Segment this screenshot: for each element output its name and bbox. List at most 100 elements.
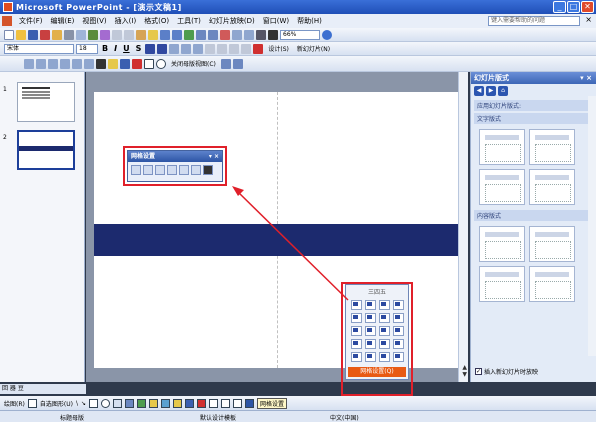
menu-view[interactable]: 视图(V) — [78, 16, 110, 26]
font-select[interactable]: 宋体 — [4, 43, 74, 54]
show-when-inserting-checkbox[interactable]: ✓ 插入新幻灯片时放映 — [475, 367, 538, 376]
spelling-icon[interactable] — [88, 29, 98, 40]
align-left-icon[interactable] — [145, 43, 156, 54]
forward-icon[interactable]: ▶ — [486, 86, 496, 96]
print-preview-icon[interactable] — [76, 29, 86, 40]
show-formatting-icon[interactable] — [244, 29, 254, 40]
align-right-icon[interactable] — [169, 43, 180, 54]
copy-icon[interactable] — [124, 29, 134, 40]
chart-icon[interactable] — [184, 29, 194, 40]
draw-menu-button[interactable]: 绘图(R) — [4, 399, 25, 408]
bullets-icon[interactable] — [193, 43, 204, 54]
bold-button[interactable]: B — [100, 44, 110, 53]
insert-title-master-icon[interactable] — [36, 58, 46, 69]
powerpoint-icon[interactable] — [3, 2, 13, 12]
increase-indent-icon[interactable] — [241, 43, 252, 54]
tables-borders-icon[interactable] — [208, 29, 218, 40]
layout-option[interactable] — [479, 129, 525, 165]
menu-insert[interactable]: 插入(I) — [111, 16, 141, 26]
table-icon[interactable] — [196, 29, 206, 40]
layout-option[interactable] — [529, 169, 575, 205]
layout-option[interactable] — [529, 266, 575, 302]
grid-view-icon[interactable] — [220, 58, 231, 69]
font-size-select[interactable]: 18 — [76, 43, 98, 54]
decrease-indent-icon[interactable] — [229, 43, 240, 54]
rectangle-icon[interactable] — [144, 58, 154, 69]
menu-help[interactable]: 帮助(H) — [293, 16, 326, 26]
font-color-icon[interactable] — [253, 43, 264, 54]
menu-edit[interactable]: 编辑(E) — [47, 16, 79, 26]
undo-icon[interactable] — [160, 29, 170, 40]
open-icon[interactable] — [16, 29, 26, 40]
autoshapes-button[interactable]: 自选图形(U) — [40, 399, 73, 408]
checkbox-box[interactable]: ✓ — [475, 368, 482, 375]
arrow-style-icon[interactable] — [233, 398, 242, 408]
layout-option[interactable] — [529, 226, 575, 262]
line-color-draw-icon[interactable] — [185, 398, 194, 408]
close-master-view-button[interactable]: 关闭母版视图(C) — [168, 59, 219, 68]
paste-icon[interactable] — [136, 29, 146, 40]
oval-icon[interactable] — [156, 58, 166, 69]
redo-icon[interactable] — [172, 29, 182, 40]
email-icon[interactable] — [52, 29, 62, 40]
insert-master-icon[interactable] — [24, 58, 34, 69]
menu-window[interactable]: 窗口(W) — [259, 16, 293, 26]
line-tool-icon[interactable]: \ — [76, 400, 78, 407]
task-pane-close-icon[interactable]: ▾ × — [580, 72, 592, 84]
picture-icon[interactable] — [161, 398, 170, 408]
line-style-draw-icon[interactable] — [209, 398, 218, 408]
numbering-icon[interactable] — [181, 43, 192, 54]
slide-thumbnail-2[interactable] — [17, 130, 75, 170]
rectangle-tool-icon[interactable] — [89, 398, 98, 408]
rename-master-icon[interactable] — [72, 58, 82, 69]
design-button[interactable]: 设计(S) — [265, 44, 292, 53]
print-icon[interactable] — [64, 29, 74, 40]
grid-settings-draw-icon[interactable] — [245, 398, 254, 408]
menu-tools[interactable]: 工具(T) — [173, 16, 205, 26]
new-slide-button[interactable]: 新幻灯片(N) — [294, 44, 333, 53]
menu-slideshow[interactable]: 幻灯片放映(D) — [205, 16, 259, 26]
slide-thumbnail-1[interactable] — [17, 82, 75, 122]
layout-option[interactable] — [479, 226, 525, 262]
text-color-icon[interactable] — [132, 58, 142, 69]
vertical-scrollbar[interactable]: ▲ ▼ — [458, 72, 468, 382]
fill-color-draw-icon[interactable] — [173, 398, 182, 408]
master-layout-icon[interactable] — [84, 58, 94, 69]
preserve-master-icon[interactable] — [60, 58, 70, 69]
close-button[interactable]: ✕ — [581, 1, 594, 13]
layout-option[interactable] — [529, 129, 575, 165]
document-icon[interactable] — [2, 16, 12, 26]
textbox-icon[interactable] — [113, 398, 122, 408]
font-color-draw-icon[interactable] — [197, 398, 206, 408]
select-objects-icon[interactable] — [27, 398, 37, 408]
italic-button[interactable]: I — [112, 44, 119, 53]
format-painter-icon[interactable] — [148, 29, 158, 40]
oval-tool-icon[interactable] — [101, 398, 110, 408]
line-style-icon[interactable] — [96, 58, 106, 69]
fill-color-icon[interactable] — [108, 58, 118, 69]
permission-icon[interactable] — [40, 29, 50, 40]
view-buttons[interactable]: 回 器 豆 — [0, 384, 86, 394]
delete-master-icon[interactable] — [48, 58, 58, 69]
menu-format[interactable]: 格式(O) — [140, 16, 173, 26]
blue-band-shape[interactable] — [94, 224, 460, 256]
diagram-icon[interactable] — [137, 398, 146, 408]
task-pane-scrollbar[interactable] — [588, 96, 596, 356]
zoom-select[interactable]: 66% — [280, 29, 320, 40]
help-search-input[interactable]: 键入需要帮助的问题 — [488, 16, 580, 26]
cut-icon[interactable] — [112, 29, 122, 40]
arrow-tool-icon[interactable]: ↘ — [81, 400, 86, 407]
shadow-button[interactable]: S — [134, 44, 144, 53]
slide-nav-buttons[interactable]: ▲ ▼ — [462, 364, 467, 378]
increase-font-icon[interactable] — [205, 43, 216, 54]
menu-file[interactable]: 文件(F) — [15, 16, 47, 26]
line-color-icon[interactable] — [120, 58, 130, 69]
minimize-button[interactable]: _ — [553, 1, 566, 13]
research-icon[interactable] — [100, 29, 110, 40]
document-close-button[interactable]: × — [585, 15, 592, 24]
guides-icon[interactable] — [232, 58, 243, 69]
layout-option[interactable] — [479, 169, 525, 205]
align-center-icon[interactable] — [157, 43, 168, 54]
dash-style-icon[interactable] — [221, 398, 230, 408]
back-icon[interactable]: ◀ — [474, 86, 484, 96]
